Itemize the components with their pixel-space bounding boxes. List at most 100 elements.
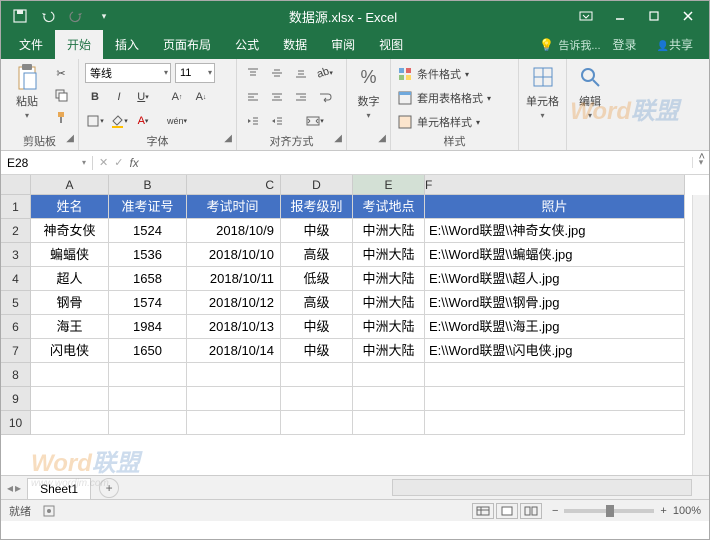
cell[interactable]: 1650 <box>109 339 187 363</box>
font-size-combo[interactable]: 11▾ <box>175 63 215 83</box>
decrease-font-button[interactable]: A↓ <box>191 87 211 107</box>
format-painter-button[interactable] <box>51 107 71 127</box>
cell[interactable] <box>353 363 425 387</box>
paste-button[interactable]: 粘贴 ▾ <box>7 63 47 120</box>
cells-button[interactable]: 单元格 ▾ <box>525 63 560 120</box>
cell[interactable]: 中级 <box>281 219 353 243</box>
cell[interactable] <box>281 387 353 411</box>
cell[interactable]: 钢骨 <box>31 291 109 315</box>
col-header[interactable]: A <box>31 175 109 195</box>
col-header[interactable]: F <box>425 175 685 195</box>
underline-button[interactable]: U▾ <box>133 87 153 107</box>
cell[interactable]: 2018/10/13 <box>187 315 281 339</box>
tab-layout[interactable]: 页面布局 <box>151 30 223 59</box>
phonetic-button[interactable]: wén▾ <box>167 111 187 131</box>
fill-color-button[interactable]: ▾ <box>109 111 129 131</box>
cell[interactable]: E:\\Word联盟\\海王.jpg <box>425 315 685 339</box>
cell[interactable] <box>187 411 281 435</box>
cell[interactable]: E:\\Word联盟\\超人.jpg <box>425 267 685 291</box>
merge-button[interactable]: ▾ <box>299 111 331 131</box>
normal-view-button[interactable] <box>472 503 494 519</box>
cell[interactable]: 考试地点 <box>353 195 425 219</box>
collapse-ribbon-icon[interactable]: ˄ <box>699 151 705 163</box>
cell[interactable]: 照片 <box>425 195 685 219</box>
italic-button[interactable]: I <box>109 87 129 107</box>
cell[interactable]: 中级 <box>281 315 353 339</box>
conditional-format-button[interactable]: 条件格式 ▾ <box>397 63 469 85</box>
tab-formulas[interactable]: 公式 <box>223 30 271 59</box>
cell[interactable]: 中洲大陆 <box>353 291 425 315</box>
cell[interactable]: 海王 <box>31 315 109 339</box>
login-button[interactable]: 登录 <box>605 30 645 59</box>
border-button[interactable]: ▾ <box>85 111 105 131</box>
font-name-combo[interactable]: 等线▾ <box>85 63 171 83</box>
cell[interactable] <box>353 387 425 411</box>
cell[interactable]: 2018/10/14 <box>187 339 281 363</box>
align-middle-button[interactable] <box>267 63 287 83</box>
vertical-scrollbar[interactable] <box>692 195 709 475</box>
formula-input[interactable] <box>145 156 686 170</box>
cell[interactable] <box>109 363 187 387</box>
page-break-view-button[interactable] <box>520 503 542 519</box>
zoom-level[interactable]: 100% <box>673 505 701 517</box>
cell[interactable] <box>353 411 425 435</box>
cells[interactable]: 姓名 准考证号 考试时间 报考级别 考试地点 照片 神奇女侠15242018/1… <box>31 195 685 435</box>
horizontal-scrollbar[interactable] <box>392 479 692 496</box>
cell[interactable]: 中洲大陆 <box>353 315 425 339</box>
cell[interactable]: E:\\Word联盟\\闪电侠.jpg <box>425 339 685 363</box>
tell-me-input[interactable]: 告诉我... <box>558 37 600 53</box>
row-header[interactable]: 1 <box>1 195 31 219</box>
cell[interactable]: 2018/10/10 <box>187 243 281 267</box>
cell[interactable]: 蝙蝠侠 <box>31 243 109 267</box>
ribbon-options-icon[interactable] <box>571 5 601 27</box>
dialog-launcher-icon[interactable]: ◢ <box>334 133 342 144</box>
cell[interactable] <box>425 411 685 435</box>
add-sheet-button[interactable]: + <box>99 478 119 498</box>
qat-customize-icon[interactable]: ▾ <box>93 5 115 27</box>
zoom-out-button[interactable]: − <box>552 505 558 517</box>
cell[interactable]: 闪电侠 <box>31 339 109 363</box>
sheet-nav-next-icon[interactable]: ▸ <box>15 481 21 495</box>
align-center-button[interactable] <box>267 87 287 107</box>
cell[interactable]: E:\\Word联盟\\神奇女侠.jpg <box>425 219 685 243</box>
tab-insert[interactable]: 插入 <box>103 30 151 59</box>
cell[interactable]: E:\\Word联盟\\钢骨.jpg <box>425 291 685 315</box>
cell-style-button[interactable]: 单元格样式 ▾ <box>397 111 480 133</box>
dialog-launcher-icon[interactable]: ◢ <box>224 133 232 144</box>
orientation-button[interactable]: ab▾ <box>315 63 335 83</box>
cell[interactable]: 超人 <box>31 267 109 291</box>
align-top-button[interactable] <box>243 63 263 83</box>
tab-file[interactable]: 文件 <box>7 30 55 59</box>
cell[interactable]: 低级 <box>281 267 353 291</box>
cell[interactable] <box>187 363 281 387</box>
cell[interactable] <box>31 363 109 387</box>
fx-icon[interactable]: fx <box>129 156 138 170</box>
row-header[interactable]: 2 <box>1 219 31 243</box>
tab-home[interactable]: 开始 <box>55 30 103 59</box>
col-header[interactable]: D <box>281 175 353 195</box>
close-button[interactable] <box>673 5 703 27</box>
wrap-text-button[interactable] <box>315 87 335 107</box>
number-format-button[interactable]: % 数字 ▾ <box>353 63 384 120</box>
tab-data[interactable]: 数据 <box>271 30 319 59</box>
row-header[interactable]: 7 <box>1 339 31 363</box>
select-all-corner[interactable] <box>1 175 31 195</box>
cell[interactable]: 2018/10/12 <box>187 291 281 315</box>
enter-formula-icon[interactable]: ✓ <box>114 156 123 169</box>
cell[interactable]: 高级 <box>281 291 353 315</box>
dialog-launcher-icon[interactable]: ◢ <box>378 133 386 144</box>
cell[interactable]: 2018/10/11 <box>187 267 281 291</box>
col-header[interactable]: E <box>353 175 425 195</box>
sheet-tab[interactable]: Sheet1 <box>27 478 91 499</box>
row-header[interactable]: 10 <box>1 411 31 435</box>
zoom-slider[interactable] <box>564 509 654 513</box>
row-header[interactable]: 8 <box>1 363 31 387</box>
cell[interactable] <box>281 363 353 387</box>
cell[interactable]: 考试时间 <box>187 195 281 219</box>
cell[interactable]: 1536 <box>109 243 187 267</box>
share-button[interactable]: 👤共享 <box>649 30 701 59</box>
table-format-button[interactable]: 套用表格格式 ▾ <box>397 87 491 109</box>
font-color-button[interactable]: A▾ <box>133 111 153 131</box>
cell[interactable]: 神奇女侠 <box>31 219 109 243</box>
name-box[interactable]: E28▾ <box>1 156 93 170</box>
